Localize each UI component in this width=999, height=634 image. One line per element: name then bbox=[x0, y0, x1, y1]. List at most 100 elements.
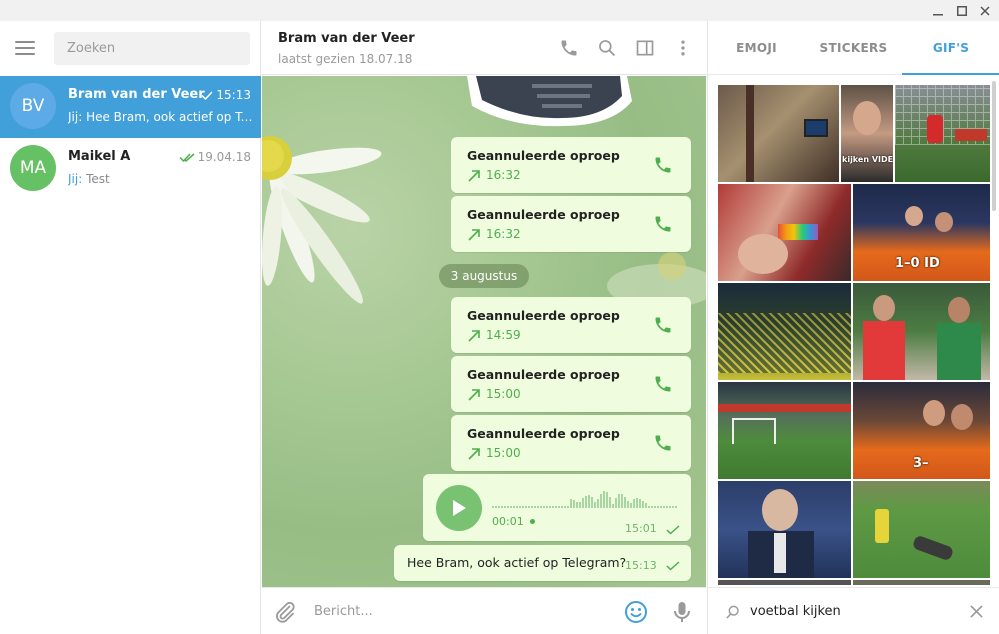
search-icon[interactable] bbox=[597, 38, 617, 58]
waveform-bar bbox=[633, 499, 635, 508]
waveform-bar bbox=[564, 506, 566, 508]
search-input[interactable] bbox=[54, 32, 250, 65]
text-message[interactable]: Hee Bram, ook actief op Telegram? 15:13 bbox=[394, 545, 691, 581]
emoji-icon[interactable] bbox=[624, 600, 648, 624]
avatar: BV bbox=[10, 83, 56, 129]
waveform-bar bbox=[591, 497, 593, 508]
gif-thumbnail[interactable] bbox=[718, 283, 851, 380]
maximize-icon bbox=[957, 5, 967, 16]
waveform-bar bbox=[636, 498, 638, 508]
microphone-icon[interactable] bbox=[670, 600, 694, 624]
close-icon bbox=[980, 5, 990, 16]
paperclip-icon[interactable] bbox=[273, 600, 297, 624]
message-input[interactable] bbox=[314, 600, 604, 622]
chat-item-maikel[interactable]: MA Maikel A 19.04.18 Jij: Test bbox=[0, 138, 261, 200]
waveform-bar bbox=[579, 502, 581, 508]
gif-scrollbar[interactable] bbox=[992, 81, 996, 586]
waveform-bar bbox=[609, 497, 611, 508]
gif-grid: kijken VIDEO ook 1–0 ID bbox=[718, 85, 990, 585]
gif-thumbnail[interactable] bbox=[853, 283, 990, 380]
search-icon bbox=[726, 605, 739, 619]
waveform-bar bbox=[627, 501, 629, 508]
gif-thumbnail[interactable] bbox=[718, 85, 839, 182]
chat-item-bram[interactable]: BV Bram van der Veer 15:13 Jij: Hee Bram… bbox=[0, 76, 261, 138]
waveform-bar bbox=[522, 506, 524, 508]
waveform-bar bbox=[639, 499, 641, 508]
phone-icon[interactable] bbox=[653, 315, 673, 335]
phone-icon[interactable] bbox=[653, 374, 673, 394]
single-check-icon bbox=[666, 525, 680, 535]
message-time: 15:13 bbox=[625, 559, 657, 572]
waveform-bar bbox=[543, 506, 545, 508]
waveform-bar bbox=[525, 506, 527, 508]
waveform-bar bbox=[663, 506, 665, 508]
tab-emoji[interactable]: EMOJI bbox=[708, 21, 805, 75]
phone-call-icon[interactable] bbox=[559, 38, 579, 58]
call-message[interactable]: Geannuleerde oproep 14:59 bbox=[451, 297, 691, 353]
double-check-icon bbox=[179, 152, 195, 162]
waveform-bar bbox=[546, 506, 548, 508]
call-message[interactable]: Geannuleerde oproep 16:32 bbox=[451, 137, 691, 193]
waveform-bar bbox=[615, 498, 617, 508]
play-button[interactable] bbox=[436, 485, 482, 531]
waveform-bar bbox=[621, 494, 623, 508]
gif-thumbnail[interactable] bbox=[718, 184, 851, 281]
gif-thumbnail[interactable] bbox=[853, 580, 990, 585]
more-options-icon[interactable] bbox=[673, 38, 693, 58]
hamburger-menu-button[interactable] bbox=[15, 39, 37, 57]
waveform-bar bbox=[555, 506, 557, 508]
phone-icon[interactable] bbox=[653, 433, 673, 453]
gif-thumbnail[interactable]: kijken VIDEO ook bbox=[841, 85, 893, 182]
waveform-bar bbox=[630, 503, 632, 508]
single-check-icon bbox=[666, 561, 680, 571]
minimize-button[interactable] bbox=[926, 0, 950, 21]
side-panel-icon[interactable] bbox=[635, 38, 655, 58]
gif-thumbnail[interactable] bbox=[718, 382, 851, 479]
gif-thumbnail[interactable] bbox=[718, 580, 851, 585]
sticker[interactable] bbox=[452, 76, 642, 128]
tab-gifs[interactable]: GIF'S bbox=[902, 21, 999, 75]
waveform-bar bbox=[603, 491, 605, 508]
message-composer bbox=[262, 587, 706, 634]
gif-thumbnail[interactable] bbox=[853, 481, 990, 578]
scrollbar-thumb[interactable] bbox=[992, 81, 996, 211]
gif-thumbnail[interactable]: 1–0 ID bbox=[853, 184, 990, 281]
chat-area: Geannuleerde oproep 16:32 Geannuleerde o… bbox=[262, 76, 706, 587]
active-tab-indicator bbox=[902, 73, 999, 75]
phone-icon[interactable] bbox=[653, 214, 673, 234]
clear-search-icon[interactable] bbox=[970, 605, 983, 618]
waveform-bar bbox=[492, 506, 494, 508]
voice-message[interactable]: 00:01 15:01 bbox=[423, 474, 691, 541]
close-window-button[interactable] bbox=[973, 0, 997, 21]
waveform[interactable] bbox=[492, 486, 678, 510]
tab-stickers[interactable]: STICKERS bbox=[805, 21, 902, 75]
waveform-bar bbox=[657, 506, 659, 508]
phone-icon[interactable] bbox=[653, 155, 673, 175]
gif-thumbnail[interactable]: 3– bbox=[853, 382, 990, 479]
waveform-bar bbox=[669, 506, 671, 508]
waveform-bar bbox=[672, 506, 674, 508]
sidebar: BV Bram van der Veer 15:13 Jij: Hee Bram… bbox=[0, 21, 261, 634]
waveform-bar bbox=[597, 499, 599, 508]
chat-name: Bram van der Veer bbox=[68, 87, 205, 102]
waveform-bar bbox=[570, 499, 572, 508]
waveform-bar bbox=[675, 506, 677, 508]
chat-header: Bram van der Veer laatst gezien 18.07.18 bbox=[262, 21, 706, 75]
waveform-bar bbox=[618, 494, 620, 508]
chat-preview: Jij: Test bbox=[68, 172, 110, 186]
media-panel: EMOJI STICKERS GIF'S kijken VIDEO ook 1–… bbox=[707, 21, 999, 634]
call-message[interactable]: Geannuleerde oproep 16:32 bbox=[451, 196, 691, 252]
waveform-bar bbox=[519, 506, 521, 508]
gif-thumbnail[interactable] bbox=[718, 481, 851, 578]
waveform-bar bbox=[582, 498, 584, 508]
gif-thumbnail[interactable] bbox=[895, 85, 990, 182]
waveform-bar bbox=[510, 506, 512, 508]
waveform-bar bbox=[654, 506, 656, 508]
chat-title[interactable]: Bram van der Veer bbox=[278, 31, 415, 46]
call-message[interactable]: Geannuleerde oproep 15:00 bbox=[451, 356, 691, 412]
gif-search-input[interactable] bbox=[750, 600, 960, 622]
call-message[interactable]: Geannuleerde oproep 15:00 bbox=[451, 415, 691, 471]
waveform-bar bbox=[573, 500, 575, 508]
maximize-button[interactable] bbox=[950, 0, 974, 21]
waveform-bar bbox=[507, 506, 509, 508]
